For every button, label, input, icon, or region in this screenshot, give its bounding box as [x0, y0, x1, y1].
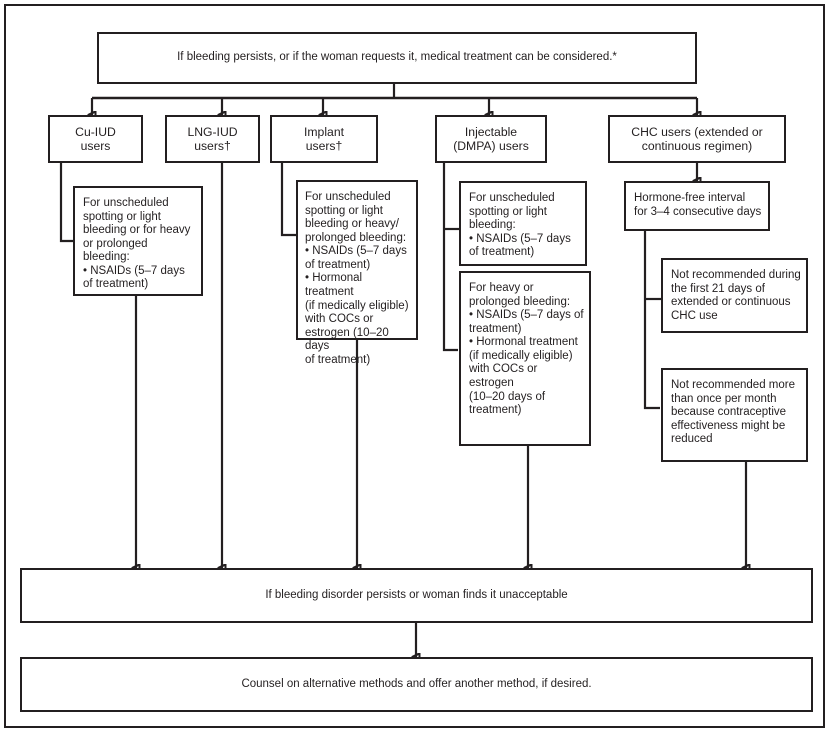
- box-method-cu-iud: Cu-IUD users: [48, 115, 143, 163]
- box-detail-injectable-1-text: For unscheduled spotting or light bleedi…: [469, 192, 571, 259]
- box-outcome-counsel-text: Counsel on alternative methods and offer…: [241, 677, 592, 690]
- box-method-implant: Implant users†: [270, 115, 378, 163]
- box-title: If bleeding persists, or if the woman re…: [97, 32, 697, 84]
- box-detail-chc-note-2: Not recommended more than once per month…: [661, 368, 808, 462]
- box-detail-chc-note-2-text: Not recommended more than once per month…: [671, 379, 795, 446]
- box-detail-injectable-2-text: For heavy or prolonged bleeding: • NSAID…: [469, 282, 584, 417]
- box-method-lng-iud: LNG-IUD users†: [165, 115, 260, 163]
- box-method-injectable-label: Injectable (DMPA) users: [453, 124, 529, 153]
- box-detail-implant-text: For unscheduled spotting or light bleedi…: [305, 191, 409, 366]
- box-detail-chc-note-1: Not recommended during the first 21 days…: [661, 258, 808, 333]
- box-method-cu-iud-label: Cu-IUD users: [75, 124, 116, 153]
- box-detail-injectable-2: For heavy or prolonged bleeding: • NSAID…: [459, 271, 591, 446]
- box-detail-chc-hormone-free-text: Hormone-free interval for 3–4 consecutiv…: [634, 192, 762, 218]
- box-detail-injectable-1: For unscheduled spotting or light bleedi…: [459, 181, 587, 266]
- box-method-chc: CHC users (extended or continuous regime…: [608, 115, 786, 163]
- box-detail-chc-note-1-text: Not recommended during the first 21 days…: [671, 269, 801, 322]
- flowchart-canvas: If bleeding persists, or if the woman re…: [0, 0, 833, 736]
- box-detail-cu-iud-text: For unscheduled spotting or light bleedi…: [83, 197, 191, 291]
- box-outcome-persists-text: If bleeding disorder persists or woman f…: [265, 588, 568, 601]
- box-method-chc-label: CHC users (extended or continuous regime…: [631, 124, 763, 153]
- box-detail-implant: For unscheduled spotting or light bleedi…: [296, 180, 418, 366]
- box-outcome-persists: If bleeding disorder persists or woman f…: [20, 568, 813, 623]
- box-title-text: If bleeding persists, or if the woman re…: [177, 51, 617, 64]
- box-method-lng-iud-label: LNG-IUD users†: [187, 124, 238, 153]
- box-method-implant-label: Implant users†: [304, 124, 344, 153]
- box-detail-cu-iud: For unscheduled spotting or light bleedi…: [73, 186, 203, 296]
- box-detail-chc-hormone-free: Hormone-free interval for 3–4 consecutiv…: [624, 181, 770, 231]
- box-method-injectable: Injectable (DMPA) users: [435, 115, 547, 163]
- box-outcome-counsel: Counsel on alternative methods and offer…: [20, 657, 813, 712]
